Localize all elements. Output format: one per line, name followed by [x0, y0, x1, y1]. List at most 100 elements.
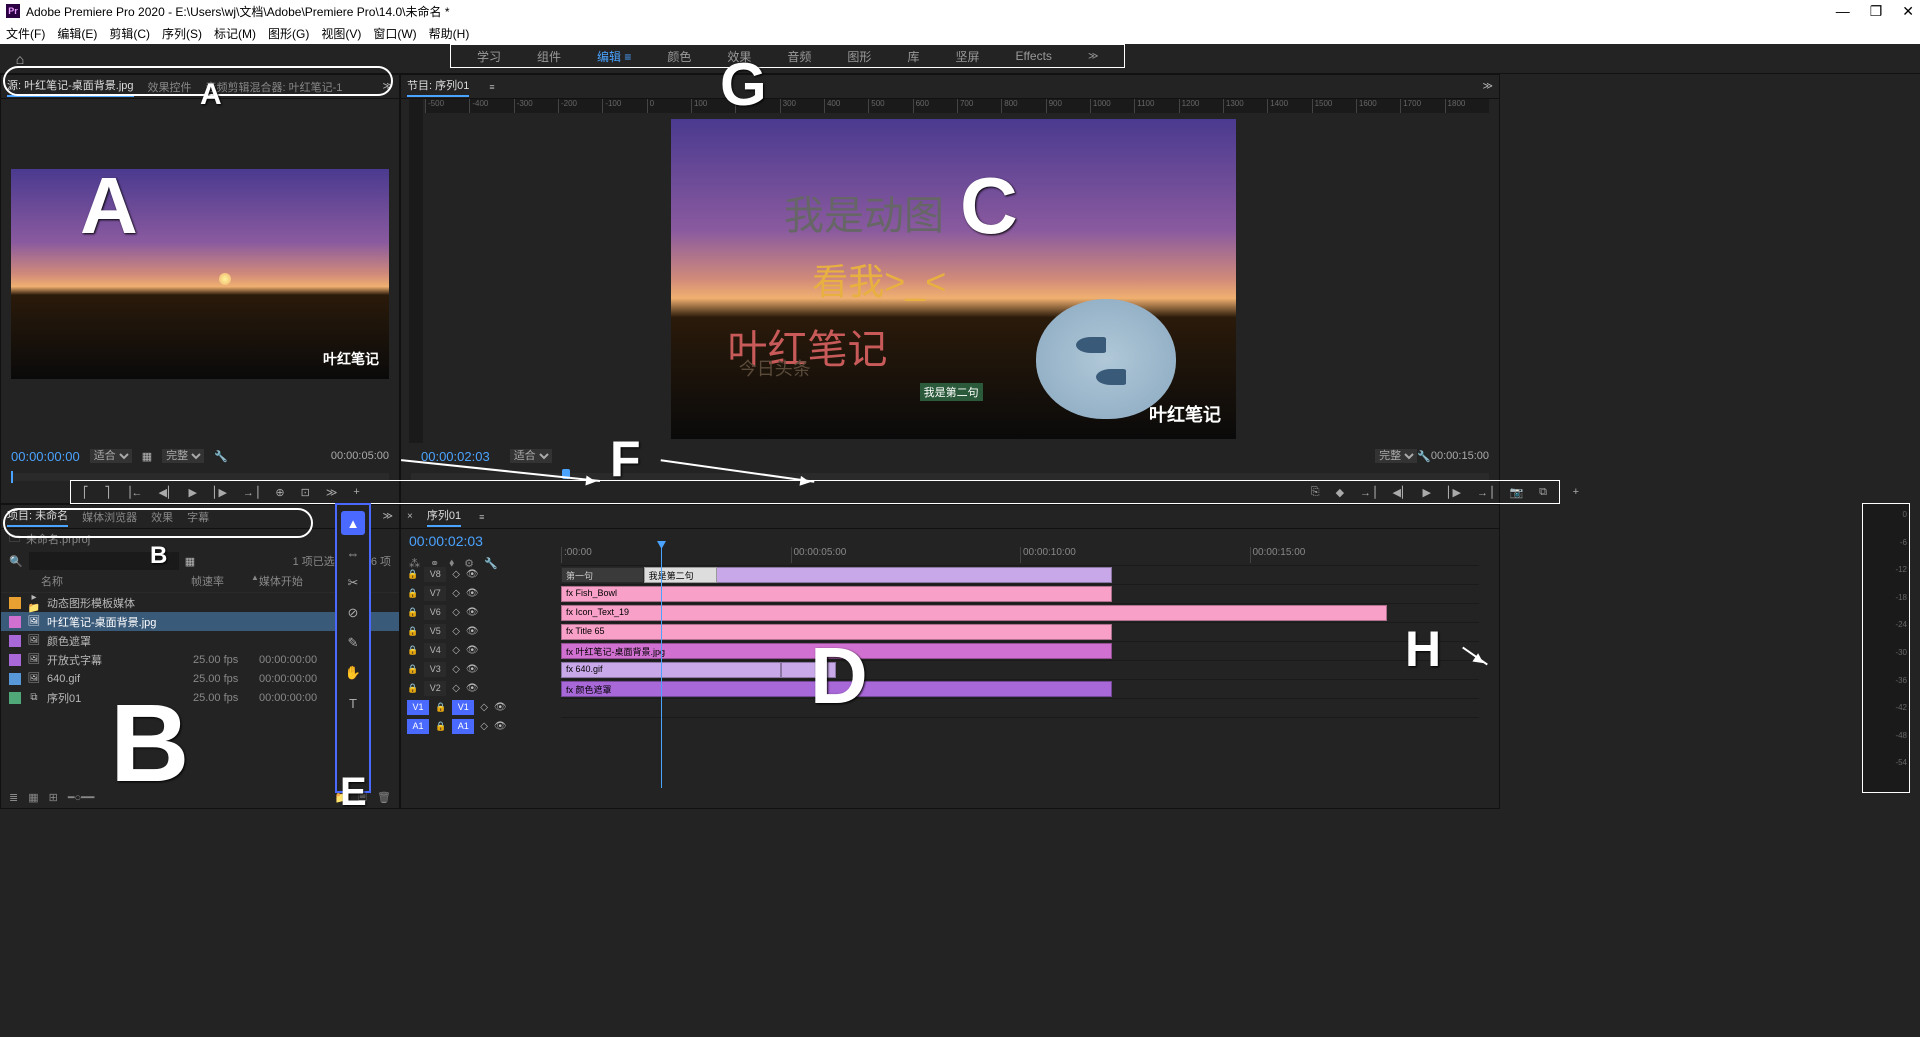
workspace-tab[interactable]: 效果 [709, 48, 769, 65]
export-frame-icon[interactable]: 📷 [1509, 486, 1523, 499]
menu-item[interactable]: 帮助(H) [429, 25, 470, 42]
compare-icon[interactable]: ⧉ [1539, 486, 1547, 499]
source-resolution-select[interactable]: 完整 [162, 449, 204, 463]
track-lane[interactable]: 开放式字幕第一句我是第二句 [561, 565, 1479, 584]
project-filter-icon[interactable]: ▦ [185, 555, 195, 568]
tool-button[interactable]: ✋ [341, 661, 365, 685]
eye-icon[interactable]: 👁 [466, 626, 479, 637]
tool-button[interactable]: ▲ [341, 511, 365, 535]
toggle-sync-icon[interactable]: ◇ [452, 664, 460, 675]
lock-icon[interactable]: 🔒 [407, 645, 418, 656]
toggle-sync-icon[interactable]: ◇ [452, 645, 460, 656]
menu-item[interactable]: 视图(V) [321, 25, 361, 42]
track-label[interactable]: V4 [424, 643, 446, 658]
program-resolution-select[interactable]: 完整 [1375, 449, 1417, 463]
menu-item[interactable]: 序列(S) [162, 25, 202, 42]
trash-icon[interactable]: 🗑 [377, 791, 391, 804]
media-browser-tab[interactable]: 媒体浏览器 [82, 509, 137, 525]
track-lane[interactable]: fx Title 65 [561, 622, 1479, 641]
eye-icon[interactable]: 👁 [466, 645, 479, 656]
program-wrench-icon[interactable]: 🔧 [1417, 450, 1431, 463]
program-tab[interactable]: 节目: 序列01 [407, 77, 469, 97]
maximize-button[interactable]: ❐ [1870, 3, 1883, 20]
source-tab-effectcontrols[interactable]: 效果控件 [148, 79, 192, 95]
track-label[interactable]: V5 [424, 624, 446, 639]
timeline-ruler[interactable]: :00:0000:00:05:0000:00:10:0000:00:15:00 [561, 547, 1479, 563]
track-label[interactable]: V3 [424, 662, 446, 677]
mark-in-icon[interactable]: ⎡ [83, 486, 89, 499]
menu-item[interactable]: 窗口(W) [373, 25, 416, 42]
workspace-tab[interactable]: 学习 [459, 48, 519, 65]
play-icon[interactable]: ▶ [188, 486, 196, 499]
track-lane[interactable]: fx 640.gif [561, 660, 1479, 679]
track-lane[interactable]: fx Fish_Bowl [561, 584, 1479, 603]
toggle-sync-icon[interactable]: ◇ [452, 588, 460, 599]
icon-view-icon[interactable]: ▦ [28, 791, 38, 804]
eye-icon[interactable]: 👁 [494, 702, 507, 713]
source-tab-overflow[interactable]: ≫ [383, 81, 393, 92]
tool-button[interactable]: ✎ [341, 631, 365, 655]
tool-button[interactable]: ✂ [341, 571, 365, 595]
step-fwd-icon[interactable]: ⎜▶ [213, 486, 227, 499]
eye-icon[interactable]: 👁 [466, 683, 479, 694]
lock-icon[interactable]: 🔒 [435, 702, 446, 713]
toggle-sync-icon[interactable]: ◇ [480, 721, 488, 732]
lock-icon[interactable]: 🔒 [435, 721, 446, 732]
track-label[interactable]: V8 [424, 567, 446, 582]
workspace-tab[interactable]: 颜色 [649, 48, 709, 65]
lock-icon[interactable]: 🔒 [407, 607, 418, 618]
col-mediastart[interactable]: 媒体开始 [259, 573, 339, 592]
close-button[interactable]: ✕ [1902, 3, 1914, 20]
workspace-tab[interactable]: 库 [889, 48, 937, 65]
source-tab-audiomixer[interactable]: 音频剪辑混合器: 叶红笔记-1 [206, 79, 343, 95]
go-to-out-icon[interactable]: →⎥ [243, 486, 260, 499]
eye-icon[interactable]: 👁 [466, 607, 479, 618]
track-label[interactable]: A1 [452, 719, 474, 734]
lock-icon[interactable]: 🔒 [407, 664, 418, 675]
col-framerate[interactable]: 帧速率 [191, 573, 251, 592]
lock-icon[interactable]: 🔒 [407, 683, 418, 694]
step-back-icon-2[interactable]: ◀⎜ [1393, 486, 1407, 499]
timeline-tab[interactable]: 序列01 [427, 507, 461, 527]
col-name[interactable]: 名称 [41, 573, 191, 592]
menu-item[interactable]: 文件(F) [6, 25, 45, 42]
menu-item[interactable]: 图形(G) [268, 25, 309, 42]
list-view-icon[interactable]: ≣ [9, 791, 18, 804]
step-fwd-icon-2[interactable]: ⎜▶ [1447, 486, 1461, 499]
project-tab[interactable]: 项目: 未命名 [7, 507, 68, 527]
toggle-sync-icon[interactable]: ◇ [452, 569, 460, 580]
go-to-out-icon-2[interactable]: →⎥ [1477, 486, 1494, 499]
lock-icon[interactable]: 🔒 [407, 626, 418, 637]
project-tab-overflow[interactable]: ≫ [383, 511, 393, 522]
timeline-clip[interactable]: 我是第二句 [644, 567, 717, 583]
source-tab-clip[interactable]: 源: 叶红笔记-桌面背景.jpg [7, 77, 134, 97]
program-tab-overflow[interactable]: ≫ [1483, 81, 1493, 92]
workspace-tab[interactable]: 音频 [769, 48, 829, 65]
effects-tab[interactable]: 效果 [151, 509, 173, 525]
tool-button[interactable]: ⊘ [341, 601, 365, 625]
timeline-clip[interactable]: fx 640.gif [561, 662, 781, 678]
button-editor-icon[interactable]: + [1573, 486, 1579, 498]
toggle-sync-icon[interactable]: ◇ [452, 607, 460, 618]
go-to-in-icon-2[interactable]: →⎥ [1360, 486, 1377, 499]
timeline-clip[interactable]: 第一句 [561, 567, 644, 583]
home-icon[interactable]: ⌂ [0, 51, 40, 67]
workspace-tab[interactable]: 编辑 ≡ [579, 48, 649, 65]
track-lane[interactable]: fx 颜色遮罩 [561, 679, 1479, 698]
source-timecode-in[interactable]: 00:00:00:00 [11, 449, 80, 464]
eye-icon[interactable]: 👁 [466, 588, 479, 599]
playhead[interactable] [661, 545, 662, 788]
program-fit-select[interactable]: 适合 [510, 449, 552, 463]
project-search-input[interactable] [29, 552, 179, 570]
minimize-button[interactable]: — [1836, 3, 1850, 20]
workspace-tab[interactable]: 组件 [519, 48, 579, 65]
workspace-tab[interactable]: 图形 [829, 48, 889, 65]
workspace-tab[interactable]: Effects [997, 49, 1069, 63]
source-settings-icon[interactable]: ▦ [142, 450, 152, 463]
source-wrench-icon[interactable]: 🔧 [214, 450, 228, 463]
go-to-in-icon[interactable]: ⎥← [126, 486, 143, 499]
source-monitor[interactable]: 叶红笔记 [11, 169, 389, 379]
timeline-clip[interactable]: fx 叶红笔记-桌面背景.jpg [561, 643, 1112, 659]
menu-item[interactable]: 剪辑(C) [109, 25, 150, 42]
track-lane[interactable]: fx Icon_Text_19 [561, 603, 1479, 622]
